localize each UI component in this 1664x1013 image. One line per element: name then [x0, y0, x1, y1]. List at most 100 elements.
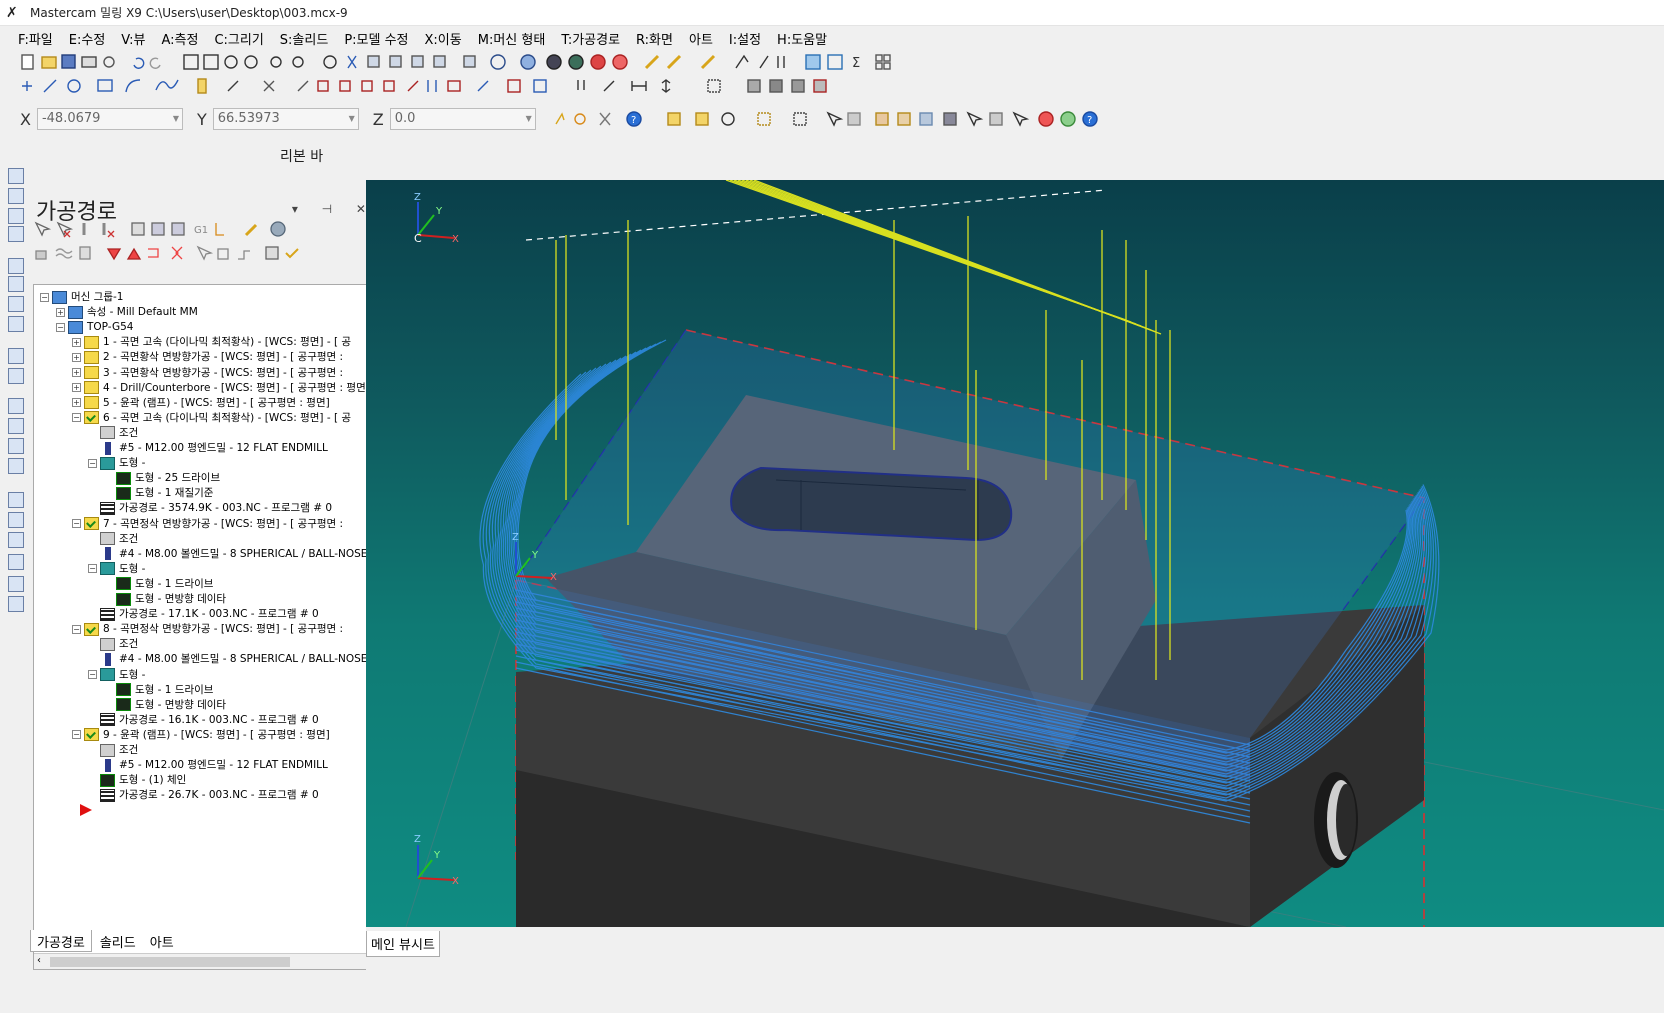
- tree-item[interactable]: − 6 - 곡면 고속 (다이나믹 최적황삭) - [WCS: 평면] - [ 공: [72, 410, 351, 426]
- chevron-down-icon[interactable]: ▼: [173, 114, 179, 123]
- menu-item[interactable]: V:뷰: [121, 29, 145, 48]
- operations-tree[interactable]: − 머신 그룹-1 + 속성 - Mill Default MM − TOP-G54 +1 …: [33, 284, 383, 970]
- tree-item[interactable]: 가공경로 - 17.1K - 003.NC - 프로그램 # 0: [88, 606, 319, 622]
- tree-item[interactable]: 가공경로 - 26.7K - 003.NC - 프로그램 # 0: [88, 787, 319, 803]
- graphics-viewport[interactable]: Z Y X C Z Y X Z Y X: [366, 180, 1664, 927]
- collapse-icon[interactable]: −: [72, 624, 81, 634]
- tree-item[interactable]: +2 - 곡면황삭 면방향가공 - [WCS: 평면] - [ 공구평면 :: [72, 349, 343, 365]
- tree-item[interactable]: 도형 - 25 드라이브: [104, 470, 220, 486]
- tree-item[interactable]: 도형 - 1 드라이브: [104, 682, 213, 698]
- tree-item[interactable]: #5 - M12.00 평엔드밀 - 12 FLAT ENDMILL: [88, 757, 328, 773]
- menu-item[interactable]: X:이동: [425, 29, 462, 48]
- expand-icon[interactable]: +: [72, 398, 81, 408]
- collapse-icon[interactable]: −: [88, 564, 97, 574]
- collapse-icon[interactable]: −: [56, 322, 65, 332]
- menu-item[interactable]: F:파일: [18, 29, 53, 48]
- expand-icon[interactable]: +: [56, 307, 65, 317]
- menu-item[interactable]: T:가공경로: [561, 29, 620, 48]
- tool-icon[interactable]: [8, 492, 24, 508]
- tree-item[interactable]: +1 - 곡면 고속 (다이나믹 최적황삭) - [WCS: 평면] - [ 공: [72, 334, 351, 350]
- tree-item[interactable]: − TOP-G54: [56, 319, 133, 335]
- autocursor-tools[interactable]: ? ?: [550, 108, 1110, 130]
- tool-icon[interactable]: [8, 226, 24, 242]
- collapse-icon[interactable]: −: [88, 670, 97, 679]
- tree-item[interactable]: 도형 - 1 재질기준: [104, 485, 213, 501]
- scroll-left-icon[interactable]: ‹: [37, 955, 41, 966]
- expand-icon[interactable]: +: [72, 383, 81, 393]
- scrollbar-thumb[interactable]: [50, 957, 290, 967]
- chevron-down-icon[interactable]: ▼: [526, 114, 532, 123]
- tree-item[interactable]: − 9 - 윤곽 (램프) - [WCS: 평면] - [ 공구평면 : 평면]: [72, 727, 330, 743]
- tab-main-viewsheet[interactable]: 메인 뷰시트: [366, 931, 440, 957]
- tool-icon[interactable]: [8, 398, 24, 414]
- collapse-icon[interactable]: −: [88, 458, 97, 468]
- menu-item[interactable]: P:모델 수정: [344, 29, 408, 48]
- tool-icon[interactable]: [8, 316, 24, 332]
- collapse-icon[interactable]: −: [40, 292, 49, 302]
- panel-tools-1[interactable]: G1: [32, 219, 362, 239]
- menu-item[interactable]: H:도움말: [777, 29, 827, 48]
- chevron-down-icon[interactable]: ▼: [349, 114, 355, 123]
- tree-item[interactable]: 조건: [88, 636, 138, 652]
- tool-icon[interactable]: [8, 168, 24, 184]
- tree-item[interactable]: 가공경로 - 3574.9K - 003.NC - 프로그램 # 0: [88, 500, 332, 516]
- tree-item[interactable]: 조건: [88, 531, 138, 547]
- tool-icon[interactable]: [8, 258, 24, 274]
- tree-item[interactable]: #5 - M12.00 평엔드밀 - 12 FLAT ENDMILL: [88, 440, 328, 456]
- tool-icon[interactable]: [8, 348, 24, 364]
- menu-item[interactable]: 아트: [689, 29, 713, 48]
- horizontal-scrollbar[interactable]: ‹ ›: [34, 953, 382, 969]
- tool-icon[interactable]: [8, 188, 24, 204]
- expand-icon[interactable]: +: [72, 368, 81, 377]
- tool-icon[interactable]: [8, 458, 24, 474]
- collapse-icon[interactable]: −: [72, 519, 81, 528]
- tool-icon[interactable]: [8, 208, 24, 224]
- toolbar-main-icons[interactable]: Σ: [18, 51, 1008, 73]
- tool-icon[interactable]: [8, 554, 24, 570]
- tree-item[interactable]: 도형 - (1) 체인: [88, 772, 186, 788]
- tree-item[interactable]: 도형 - 면방향 데이타: [104, 591, 226, 607]
- menu-item[interactable]: I:설정: [729, 29, 761, 48]
- tab-solids[interactable]: 솔리드: [94, 930, 142, 952]
- tool-icon[interactable]: [8, 296, 24, 312]
- x-coordinate-input[interactable]: -48.0679 ▼: [36, 108, 183, 130]
- tab-art[interactable]: 아트: [144, 930, 180, 952]
- y-coordinate-input[interactable]: 66.53973 ▼: [212, 108, 359, 130]
- panel-tools-2[interactable]: [32, 243, 362, 263]
- collapse-icon[interactable]: −: [72, 413, 81, 423]
- tool-icon[interactable]: [8, 512, 24, 528]
- toolbar-sketch-icons[interactable]: [18, 75, 918, 97]
- tool-icon[interactable]: [8, 596, 24, 612]
- tool-icon[interactable]: [8, 532, 24, 548]
- tree-item[interactable]: + 속성 - Mill Default MM: [56, 304, 198, 320]
- tree-item[interactable]: − 도형 -: [88, 455, 145, 471]
- collapse-icon[interactable]: −: [72, 730, 81, 740]
- tree-item[interactable]: − 도형 -: [88, 561, 145, 577]
- menu-item[interactable]: A:측정: [161, 29, 198, 48]
- tool-icon[interactable]: [8, 576, 24, 592]
- tab-toolpaths[interactable]: 가공경로: [30, 930, 92, 952]
- tool-icon[interactable]: [8, 276, 24, 292]
- model-render[interactable]: Z Y X C Z Y X Z Y X: [366, 180, 1664, 927]
- tree-item[interactable]: − 8 - 곡면정삭 면방향가공 - [WCS: 평면] - [ 공구평면 :: [72, 621, 343, 637]
- tree-item[interactable]: 가공경로 - 16.1K - 003.NC - 프로그램 # 0: [88, 712, 319, 728]
- z-coordinate-input[interactable]: 0.0 ▼: [389, 108, 536, 130]
- tree-item[interactable]: 도형 - 면방향 데이타: [104, 697, 226, 713]
- tree-item[interactable]: #4 - M8.00 볼엔드밀 - 8 SPHERICAL / BALL-NOS…: [88, 651, 376, 667]
- tree-item[interactable]: 조건: [88, 742, 138, 758]
- menu-item[interactable]: E:수정: [69, 29, 106, 48]
- tree-item[interactable]: +5 - 윤곽 (램프) - [WCS: 평면] - [ 공구평면 : 평면]: [72, 395, 330, 411]
- tree-item[interactable]: − 도형 -: [88, 667, 145, 683]
- expand-icon[interactable]: +: [72, 352, 81, 362]
- panel-window-controls[interactable]: ▾ ⊣ ✕: [292, 202, 376, 216]
- tree-item[interactable]: 도형 - 1 드라이브: [104, 576, 213, 592]
- tree-item[interactable]: − 머신 그룹-1: [40, 289, 123, 305]
- tree-item[interactable]: − 7 - 곡면정삭 면방향가공 - [WCS: 평면] - [ 공구평면 :: [72, 516, 343, 532]
- tree-item[interactable]: #4 - M8.00 볼엔드밀 - 8 SPHERICAL / BALL-NOS…: [88, 546, 376, 562]
- menu-item[interactable]: S:솔리드: [280, 29, 329, 48]
- menu-item[interactable]: C:그리기: [214, 29, 263, 48]
- menu-item[interactable]: M:머신 형태: [478, 29, 546, 48]
- insert-arrow-icon[interactable]: [78, 802, 94, 818]
- tree-item[interactable]: 조건: [88, 425, 138, 441]
- tool-icon[interactable]: [8, 418, 24, 434]
